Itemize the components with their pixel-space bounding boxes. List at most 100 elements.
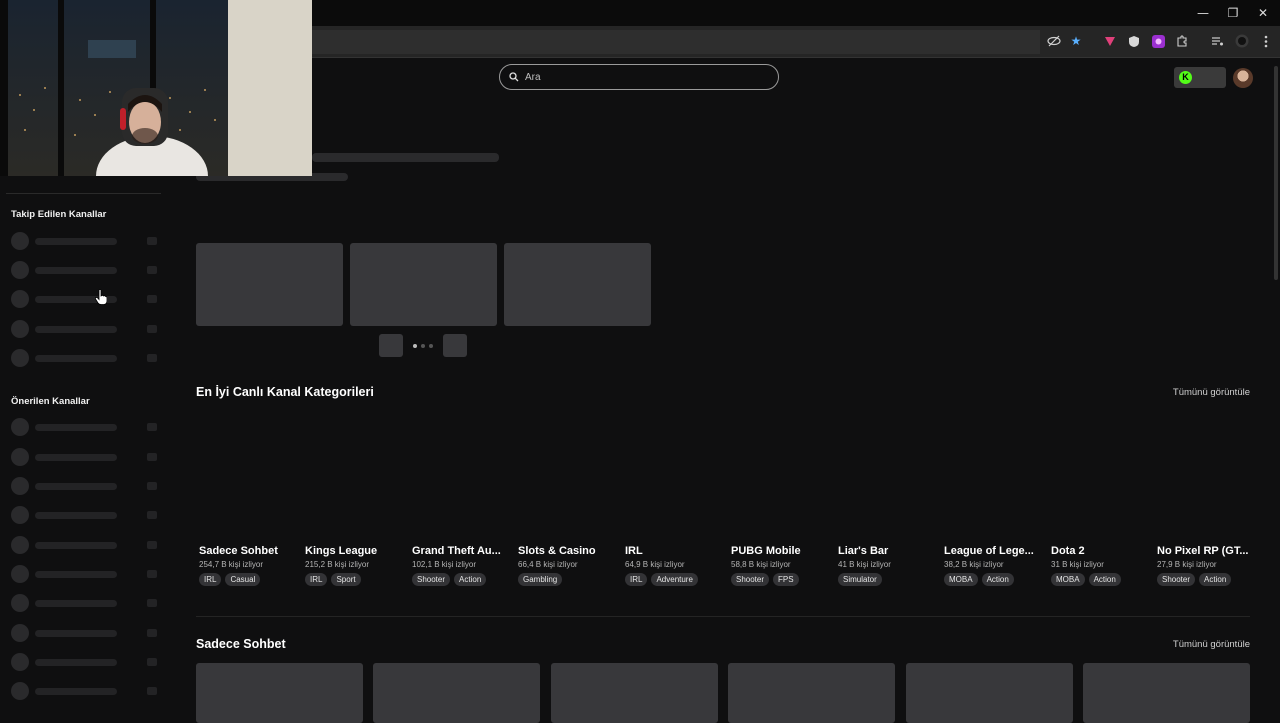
media-icon[interactable]	[1209, 33, 1225, 49]
sidebar-divider	[6, 193, 161, 194]
chat-section-view-all-link[interactable]: Tümünü görüntüle	[1160, 639, 1250, 650]
extensions-icon[interactable]	[1174, 33, 1190, 49]
category-name: Kings League	[305, 545, 378, 557]
carousel-card[interactable]	[350, 243, 497, 326]
carousel-card[interactable]	[504, 243, 651, 326]
recommended-channel-skeleton[interactable]	[11, 682, 161, 700]
category-name: IRL	[625, 545, 643, 557]
recommended-channels-title: Önerilen Kanallar	[11, 396, 90, 407]
followed-channel-skeleton[interactable]	[11, 261, 161, 279]
category-name: No Pixel RP (GT...	[1157, 545, 1249, 557]
menu-icon[interactable]	[1258, 33, 1274, 49]
category-viewers: 64,9 B kişi izliyor	[625, 560, 685, 569]
eye-off-icon[interactable]	[1046, 33, 1062, 49]
restore-icon[interactable]: ❐	[1218, 4, 1248, 22]
carousel-next-button[interactable]	[443, 334, 467, 357]
carousel-card[interactable]	[196, 243, 343, 326]
category-tag[interactable]: Shooter	[1157, 573, 1196, 586]
avatar[interactable]	[1233, 68, 1253, 88]
recommended-channel-skeleton[interactable]	[11, 565, 161, 583]
top-categories-title: En İyi Canlı Kanal Kategorileri	[196, 385, 374, 399]
category-tag[interactable]: Action	[981, 573, 1014, 586]
recommended-channel-skeleton[interactable]	[11, 477, 161, 495]
followed-channel-skeleton[interactable]	[11, 232, 161, 250]
category-tag[interactable]: IRL	[199, 573, 222, 586]
category-tag[interactable]: Simulator	[838, 573, 882, 586]
close-icon[interactable]: ✕	[1248, 4, 1278, 22]
carousel-dot[interactable]	[429, 344, 433, 348]
extension-red-icon[interactable]	[1102, 33, 1118, 49]
recommended-channel-skeleton[interactable]	[11, 418, 161, 436]
category-name: Grand Theft Au...	[412, 545, 501, 557]
kick-button[interactable]: K	[1174, 67, 1226, 88]
category-tag[interactable]: IRL	[625, 573, 648, 586]
category-name: Liar's Bar	[838, 545, 889, 557]
category-card[interactable]: League of Lege... 38,2 B kişi izliyor MO…	[944, 545, 1044, 586]
category-tag[interactable]: Sport	[331, 573, 361, 586]
recommended-channel-skeleton[interactable]	[11, 653, 161, 671]
category-card[interactable]: IRL 64,9 B kişi izliyor IRL Adventure	[625, 545, 725, 586]
category-tag[interactable]: Casual	[225, 573, 261, 586]
category-tag[interactable]: Action	[454, 573, 487, 586]
category-viewers: 31 B kişi izliyor	[1051, 560, 1104, 569]
stream-card[interactable]	[906, 663, 1073, 723]
category-viewers: 215,2 B kişi izliyor	[305, 560, 370, 569]
followed-channel-skeleton[interactable]	[11, 290, 161, 308]
recommended-channel-skeleton[interactable]	[11, 448, 161, 466]
category-tag[interactable]: Action	[1088, 573, 1121, 586]
chat-section-title: Sadece Sohbet	[196, 637, 286, 651]
category-card[interactable]: Grand Theft Au... 102,1 B kişi izliyor S…	[412, 545, 512, 586]
stream-card[interactable]	[373, 663, 540, 723]
recommended-channel-skeleton[interactable]	[11, 624, 161, 642]
category-name: League of Lege...	[944, 545, 1034, 557]
category-tag[interactable]: Gambling	[518, 573, 563, 586]
webcam-overlay	[0, 0, 312, 176]
stream-card[interactable]	[728, 663, 895, 723]
category-tag[interactable]: Adventure	[651, 573, 698, 586]
followed-channel-skeleton[interactable]	[11, 320, 161, 338]
stream-card[interactable]	[551, 663, 718, 723]
category-card[interactable]: Sadece Sohbet 254,7 B kişi izliyor IRL Ca…	[199, 545, 299, 586]
page-scrollbar[interactable]	[1274, 66, 1278, 280]
stream-card[interactable]	[1083, 663, 1250, 723]
hand-cursor-icon	[95, 289, 107, 305]
top-categories-view-all-link[interactable]: Tümünü görüntüle	[1160, 387, 1250, 398]
category-card[interactable]: Liar's Bar 41 B kişi izliyor Simulator	[838, 545, 938, 586]
category-tag[interactable]: Shooter	[731, 573, 770, 586]
recommended-channel-skeleton[interactable]	[11, 536, 161, 554]
recommended-channel-skeleton[interactable]	[11, 594, 161, 612]
category-card[interactable]: Dota 2 31 B kişi izliyor MOBA Action	[1051, 545, 1151, 586]
search-input[interactable]: Ara	[499, 64, 779, 90]
star-icon[interactable]: ★	[1068, 33, 1084, 49]
category-card[interactable]: Kings League 215,2 B kişi izliyor IRL Spo…	[305, 545, 405, 586]
category-tag[interactable]: IRL	[305, 573, 328, 586]
category-tag[interactable]: MOBA	[1051, 573, 1085, 586]
carousel-prev-button[interactable]	[379, 334, 403, 357]
category-name: Slots & Casino	[518, 545, 596, 557]
followed-channel-skeleton[interactable]	[11, 349, 161, 367]
category-card[interactable]: PUBG Mobile 58,8 B kişi izliyor Shooter F…	[731, 545, 831, 586]
category-card[interactable]: No Pixel RP (GT... 27,9 B kişi izliyor S…	[1157, 545, 1252, 586]
category-tag[interactable]: MOBA	[944, 573, 978, 586]
shield-icon[interactable]	[1126, 33, 1142, 49]
kick-logo-icon: K	[1179, 71, 1192, 84]
search-icon	[509, 72, 519, 82]
address-bar[interactable]	[300, 30, 1040, 54]
category-tag[interactable]: FPS	[773, 573, 799, 586]
stream-card[interactable]	[196, 663, 363, 723]
category-card[interactable]: Slots & Casino 66,4 B kişi izliyor Gambl…	[518, 545, 618, 586]
category-viewers: 254,7 B kişi izliyor	[199, 560, 264, 569]
category-viewers: 27,9 B kişi izliyor	[1157, 560, 1217, 569]
carousel-dot[interactable]	[421, 344, 425, 348]
category-viewers: 58,8 B kişi izliyor	[731, 560, 791, 569]
carousel-dot[interactable]	[413, 344, 417, 348]
extension-purple-icon[interactable]	[1150, 33, 1166, 49]
category-viewers: 38,2 B kişi izliyor	[944, 560, 1004, 569]
minimize-icon[interactable]: —	[1188, 4, 1218, 22]
profile-icon[interactable]	[1234, 33, 1250, 49]
category-name: PUBG Mobile	[731, 545, 801, 557]
recommended-channel-skeleton[interactable]	[11, 506, 161, 524]
category-tag[interactable]: Action	[1199, 573, 1232, 586]
category-viewers: 102,1 B kişi izliyor	[412, 560, 477, 569]
category-tag[interactable]: Shooter	[412, 573, 451, 586]
